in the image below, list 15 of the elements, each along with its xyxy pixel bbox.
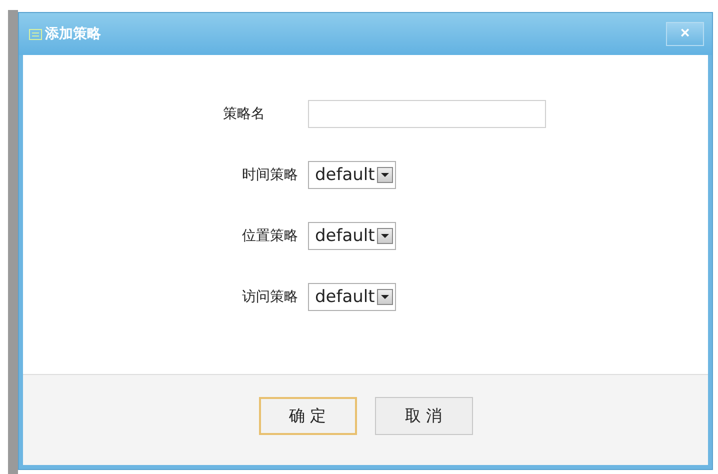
window-title: 添加策略 xyxy=(45,25,101,43)
dropdown[interactable]: default xyxy=(308,161,396,189)
caret-icon xyxy=(380,234,389,238)
dropdown[interactable]: default xyxy=(308,283,396,311)
field-label: 策略名 xyxy=(223,105,266,123)
field-label: 时间策略 xyxy=(241,166,298,184)
input-field[interactable] xyxy=(308,100,546,128)
window-icon xyxy=(29,28,42,40)
dropdown[interactable]: default xyxy=(308,222,396,250)
field-label: 位置策略 xyxy=(241,227,298,245)
field-label: 访问策略 xyxy=(241,288,298,306)
caret-icon xyxy=(380,295,389,299)
caret-icon xyxy=(380,173,389,177)
confirm-button[interactable]: 确 定 xyxy=(258,397,356,435)
cancel-button[interactable]: 取 消 xyxy=(374,397,472,435)
